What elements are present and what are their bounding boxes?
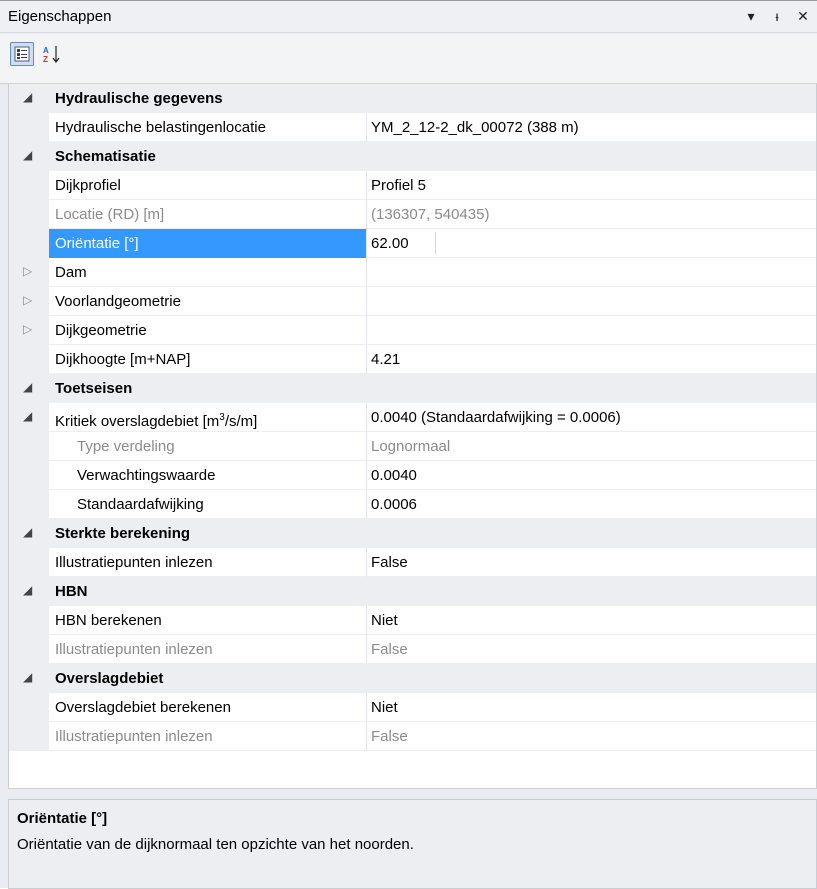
sort-az-icon: A Z bbox=[43, 46, 60, 64]
property-row-orientatie[interactable]: Oriëntatie [°] 62.00 bbox=[9, 229, 816, 258]
property-name: Dam bbox=[49, 258, 367, 287]
property-row-verwachtingswaarde[interactable]: Verwachtingswaarde 0.0040 bbox=[9, 461, 816, 490]
property-row-hbn-berekenen[interactable]: HBN berekenen Niet bbox=[9, 606, 816, 635]
property-name: Standaardafwijking bbox=[49, 490, 367, 519]
category-label: Overslagdebiet bbox=[49, 664, 816, 693]
property-value[interactable]: False bbox=[367, 548, 408, 577]
property-row-sterkte-illustratiepunten[interactable]: Illustratiepunten inlezen False bbox=[9, 548, 816, 577]
category-label: Hydraulische gegevens bbox=[49, 84, 816, 113]
property-value[interactable]: 0.0040 bbox=[367, 461, 417, 490]
property-value[interactable]: 0.0006 bbox=[367, 490, 417, 519]
category-schematisatie[interactable]: ◢ Schematisatie bbox=[9, 142, 816, 171]
property-name: Oriëntatie [°] bbox=[49, 229, 367, 258]
collapse-triangle-icon[interactable]: ◢ bbox=[23, 90, 32, 104]
property-row-overslagdebiet-illustratiepunten[interactable]: Illustratiepunten inlezen False bbox=[9, 722, 816, 751]
property-name: Type verdeling bbox=[49, 432, 367, 461]
description-title: Oriëntatie [°] bbox=[17, 810, 108, 827]
property-row-type-verdeling[interactable]: Type verdeling Lognormaal bbox=[9, 432, 816, 461]
description-pane: Oriëntatie [°] Oriëntatie van de dijknor… bbox=[8, 799, 817, 889]
property-name: HBN berekenen bbox=[49, 606, 367, 635]
category-label: HBN bbox=[49, 577, 816, 606]
property-name: Hydraulische belastingenlocatie bbox=[49, 113, 367, 142]
property-name: Verwachtingswaarde bbox=[49, 461, 367, 490]
category-label: Schematisatie bbox=[49, 142, 816, 171]
edit-cursor bbox=[435, 232, 436, 254]
property-value[interactable]: Niet bbox=[367, 606, 398, 635]
property-row-hydraulische-belastingenlocatie[interactable]: Hydraulische belastingenlocatie YM_2_12-… bbox=[9, 113, 816, 142]
expand-triangle-icon[interactable]: ▷ bbox=[23, 264, 32, 278]
property-value[interactable]: 4.21 bbox=[367, 345, 400, 374]
svg-text:Z: Z bbox=[43, 55, 48, 64]
collapse-triangle-icon[interactable]: ◢ bbox=[23, 380, 32, 394]
panel-title: Eigenschappen bbox=[8, 8, 112, 25]
category-label: Toetseisen bbox=[49, 374, 816, 403]
property-name: Locatie (RD) [m] bbox=[49, 200, 367, 229]
property-name: Overslagdebiet berekenen bbox=[49, 693, 367, 722]
category-overslagdebiet[interactable]: ◢ Overslagdebiet bbox=[9, 664, 816, 693]
categorized-icon bbox=[14, 46, 30, 62]
description-text: Oriëntatie van de dijknormaal ten opzich… bbox=[17, 836, 414, 853]
panel-titlebar: Eigenschappen ▾ ᵻ ✕ bbox=[0, 1, 817, 33]
category-sterkte-berekening[interactable]: ◢ Sterkte berekening bbox=[9, 519, 816, 548]
categorized-view-button[interactable] bbox=[10, 42, 34, 66]
property-row-overslagdebiet-berekenen[interactable]: Overslagdebiet berekenen Niet bbox=[9, 693, 816, 722]
property-value[interactable]: Niet bbox=[367, 693, 398, 722]
property-name: Illustratiepunten inlezen bbox=[49, 635, 367, 664]
property-value bbox=[367, 287, 371, 316]
property-row-hbn-illustratiepunten[interactable]: Illustratiepunten inlezen False bbox=[9, 635, 816, 664]
property-row-voorlandgeometrie[interactable]: ▷ Voorlandgeometrie bbox=[9, 287, 816, 316]
category-hbn[interactable]: ◢ HBN bbox=[9, 577, 816, 606]
property-value[interactable]: Profiel 5 bbox=[367, 171, 426, 200]
expand-triangle-icon[interactable]: ▷ bbox=[23, 293, 32, 307]
orientatie-value-input[interactable]: 62.00 bbox=[367, 229, 409, 258]
svg-text:A: A bbox=[43, 46, 49, 55]
property-value: False bbox=[371, 728, 408, 745]
alphabetical-view-button[interactable]: A Z bbox=[40, 42, 64, 66]
expand-triangle-icon[interactable]: ▷ bbox=[23, 322, 32, 336]
collapse-triangle-icon[interactable]: ◢ bbox=[23, 148, 32, 162]
property-grid: ◢ Hydraulische gegevens Hydraulische bel… bbox=[8, 84, 817, 789]
category-toetseisen[interactable]: ◢ Toetseisen bbox=[9, 374, 816, 403]
property-name: Dijkprofiel bbox=[49, 171, 367, 200]
property-name: Illustratiepunten inlezen bbox=[49, 722, 367, 751]
property-name: Illustratiepunten inlezen bbox=[49, 548, 367, 577]
property-value bbox=[367, 316, 371, 345]
property-value: 0.0040 (Standaardafwijking = 0.0006) bbox=[371, 409, 621, 426]
property-grid-toolbar: A Z bbox=[0, 34, 817, 84]
category-label: Sterkte berekening bbox=[49, 519, 816, 548]
collapse-triangle-icon[interactable]: ◢ bbox=[23, 670, 32, 684]
collapse-triangle-icon[interactable]: ◢ bbox=[23, 525, 32, 539]
property-row-dam[interactable]: ▷ Dam bbox=[9, 258, 816, 287]
property-name: Voorlandgeometrie bbox=[49, 287, 367, 316]
collapse-triangle-icon[interactable]: ◢ bbox=[23, 583, 32, 597]
dropdown-icon[interactable]: ▾ bbox=[743, 6, 759, 26]
property-value[interactable]: YM_2_12-2_dk_00072 (388 m) bbox=[367, 113, 579, 142]
property-value: Lognormaal bbox=[371, 438, 451, 455]
close-icon[interactable]: ✕ bbox=[795, 6, 811, 26]
titlebar-buttons: ▾ ᵻ ✕ bbox=[743, 6, 811, 26]
property-value: False bbox=[371, 641, 408, 658]
property-row-kritiek-overslagdebiet[interactable]: ◢ Kritiek overslagdebiet [m3/s/m] 0.0040… bbox=[9, 403, 816, 432]
property-row-standaardafwijking[interactable]: Standaardafwijking 0.0006 bbox=[9, 490, 816, 519]
collapse-triangle-icon[interactable]: ◢ bbox=[23, 409, 32, 423]
property-name: Dijkhoogte [m+NAP] bbox=[49, 345, 367, 374]
pin-icon[interactable]: ᵻ bbox=[769, 6, 785, 26]
property-row-dijkhoogte[interactable]: Dijkhoogte [m+NAP] 4.21 bbox=[9, 345, 816, 374]
property-value: (136307, 540435) bbox=[371, 206, 490, 223]
category-hydraulische-gegevens[interactable]: ◢ Hydraulische gegevens bbox=[9, 84, 816, 113]
properties-panel: Eigenschappen ▾ ᵻ ✕ A Z ◢ Hydraulische g… bbox=[0, 0, 817, 889]
property-name: Kritiek overslagdebiet [m3/s/m] bbox=[49, 403, 367, 432]
property-value bbox=[367, 258, 371, 287]
property-name: Dijkgeometrie bbox=[49, 316, 367, 345]
property-row-locatie[interactable]: Locatie (RD) [m] (136307, 540435) bbox=[9, 200, 816, 229]
property-row-dijkgeometrie[interactable]: ▷ Dijkgeometrie bbox=[9, 316, 816, 345]
property-row-dijkprofiel[interactable]: Dijkprofiel Profiel 5 bbox=[9, 171, 816, 200]
